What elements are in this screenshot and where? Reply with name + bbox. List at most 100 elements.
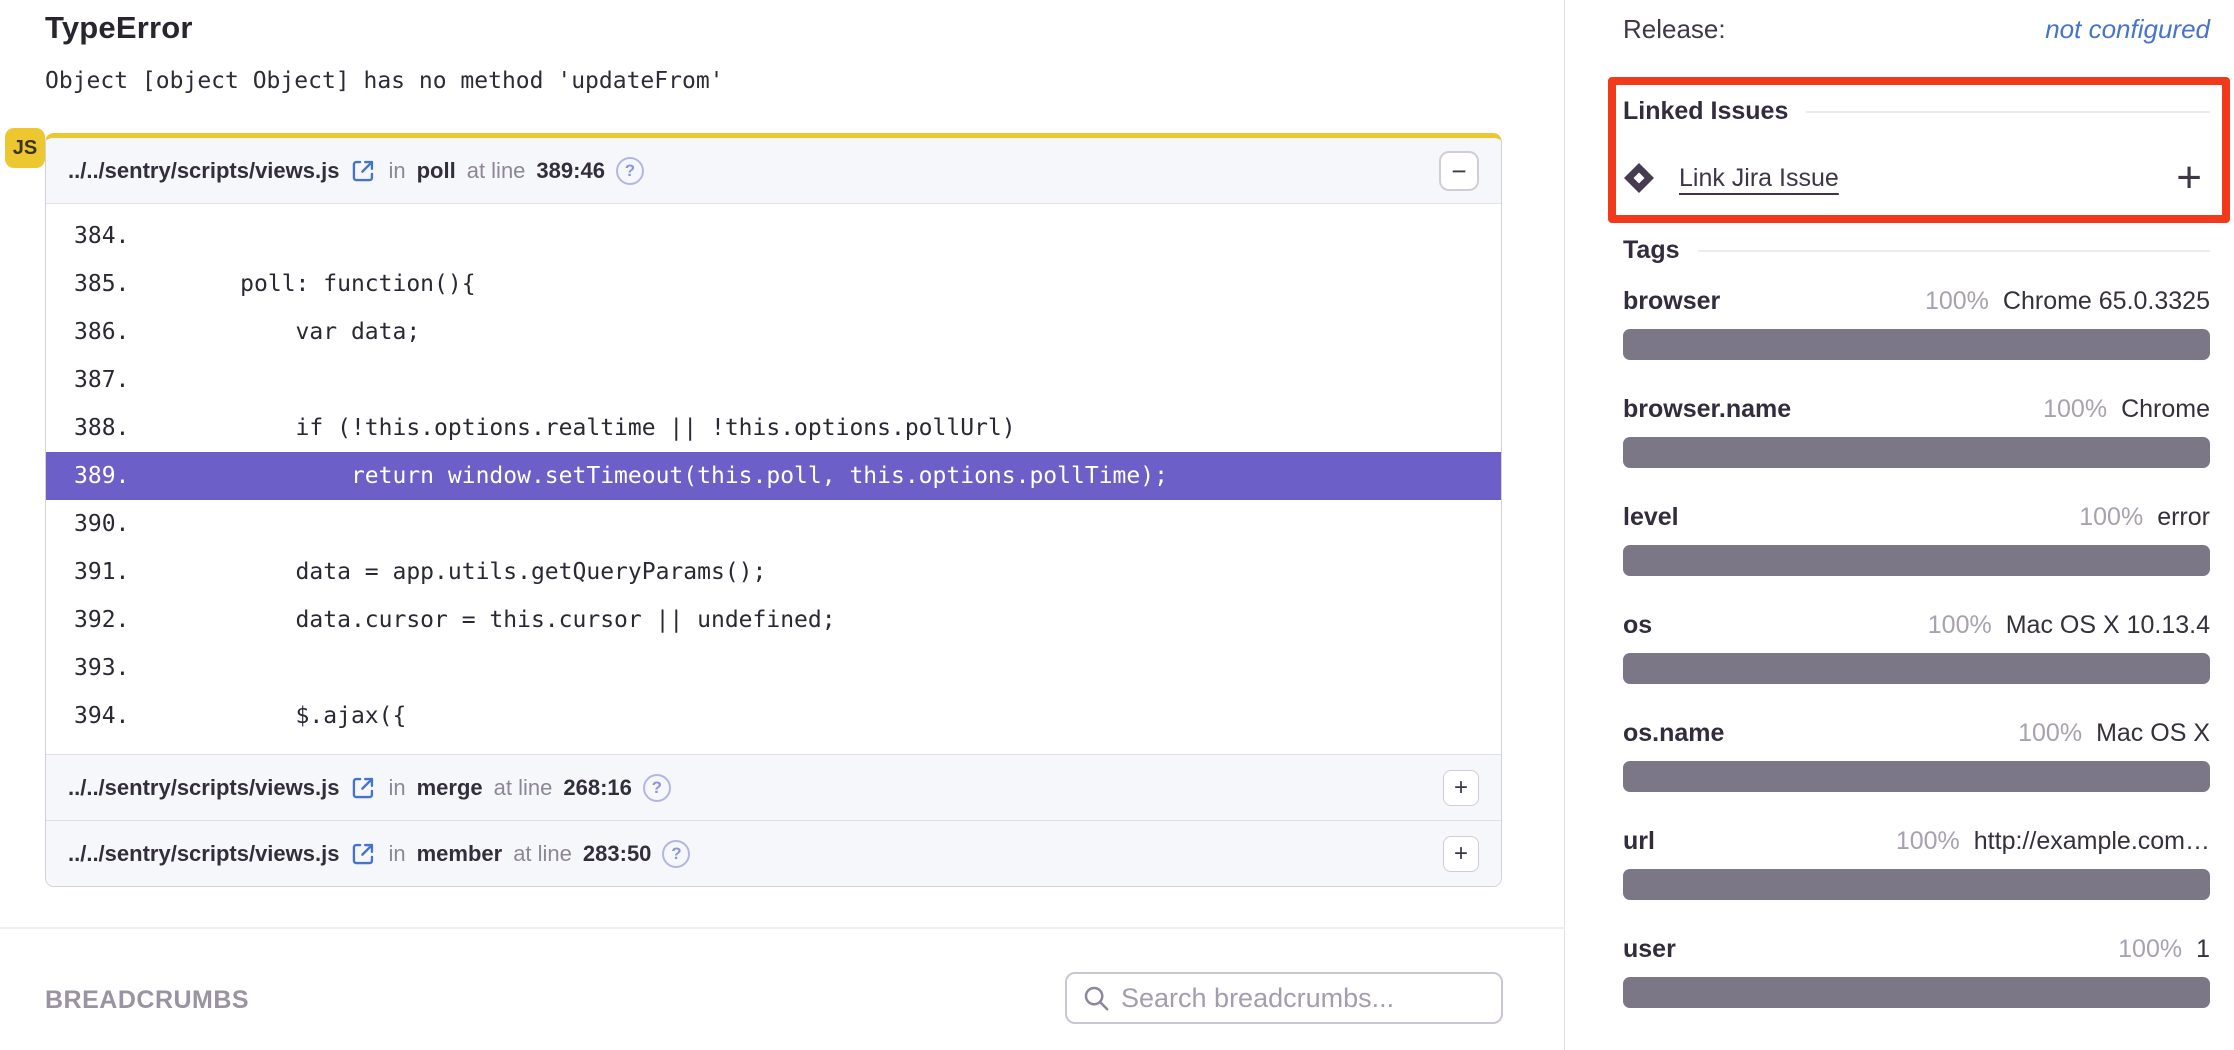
line-number: 388. [74, 404, 129, 452]
tag-rows: browser 100% Chrome 65.0.3325 browser.na… [1623, 285, 2210, 1008]
frame-file-path: ../../sentry/scripts/views.js [68, 775, 339, 801]
tag-value: Chrome [2121, 393, 2210, 425]
stacktrace-panel: ../../sentry/scripts/views.js in poll at… [45, 133, 1502, 887]
release-label: Release: [1623, 14, 1726, 45]
frame-line-number: 389:46 [536, 158, 605, 184]
tag-key[interactable]: url [1623, 825, 1655, 857]
line-number: 387. [74, 356, 129, 404]
code-line: 392. data.cursor = this.cursor || undefi… [46, 596, 1501, 644]
link-jira-issue-row: Link Jira Issue + [1623, 156, 2210, 200]
tag-distribution-bar[interactable] [1623, 761, 2210, 792]
tag-row: user 100% 1 [1623, 933, 2210, 1008]
release-not-configured-link[interactable]: not configured [2045, 14, 2210, 45]
breadcrumbs-search-input[interactable] [1121, 983, 1487, 1014]
tag-distribution-bar[interactable] [1623, 977, 2210, 1008]
frame-in-label: in [388, 775, 405, 801]
tag-percent: 100% [1928, 609, 1992, 641]
tags-title: Tags [1623, 236, 1680, 265]
external-link-icon[interactable] [350, 840, 377, 867]
breadcrumbs-section-title: BREADCRUMBS [45, 986, 249, 1015]
tag-distribution-bar[interactable] [1623, 545, 2210, 576]
external-link-icon[interactable] [350, 157, 377, 184]
tag-key[interactable]: os [1623, 609, 1652, 641]
frame-in-label: in [388, 841, 405, 867]
tag-key[interactable]: browser [1623, 285, 1720, 317]
linked-issues-heading: Linked Issues [1623, 97, 2210, 126]
line-number: 393. [74, 644, 129, 692]
collapsed-frame-row: ../../sentry/scripts/views.js in member … [46, 820, 1501, 886]
heading-rule [1806, 111, 2210, 113]
tag-percent: 100% [2118, 933, 2182, 965]
line-number: 389. [74, 452, 129, 500]
tag-right: 100% http://example.com… [1896, 825, 2210, 857]
line-number: 392. [74, 596, 129, 644]
help-icon[interactable]: ? [643, 774, 671, 802]
tag-distribution-bar[interactable] [1623, 437, 2210, 468]
code-line: 385. poll: function(){ [46, 260, 1501, 308]
exception-type-title: TypeError [45, 10, 193, 46]
tag-row: level 100% error [1623, 501, 2210, 576]
tag-distribution-bar[interactable] [1623, 653, 2210, 684]
line-code: var data; [129, 308, 420, 356]
release-row: Release: not configured [1623, 14, 2210, 45]
collapse-frame-button[interactable]: − [1439, 151, 1479, 191]
tag-right: 100% error [2079, 501, 2210, 533]
tag-right: 100% Chrome [2043, 393, 2210, 425]
tag-value: error [2157, 501, 2210, 533]
code-line: 393. [46, 644, 1501, 692]
line-code: data = app.utils.getQueryParams(); [129, 548, 766, 596]
tag-value: 1 [2196, 933, 2210, 965]
tag-key[interactable]: browser.name [1623, 393, 1791, 425]
tag-percent: 100% [2018, 717, 2082, 749]
line-number: 394. [74, 692, 129, 740]
line-number: 386. [74, 308, 129, 356]
tag-row: os.name 100% Mac OS X [1623, 717, 2210, 792]
frame-line-number: 283:50 [583, 841, 652, 867]
tag-head: browser.name 100% Chrome [1623, 393, 2210, 425]
add-linked-issue-button[interactable]: + [2176, 156, 2202, 200]
tag-row: browser 100% Chrome 65.0.3325 [1623, 285, 2210, 360]
line-code: $.ajax({ [129, 692, 406, 740]
external-link-icon[interactable] [350, 774, 377, 801]
search-icon [1081, 983, 1111, 1013]
event-sidebar: Release: not configured Linked Issues Li… [1566, 0, 2234, 1050]
frame-line-number: 268:16 [563, 775, 632, 801]
tag-right: 100% Mac OS X [2018, 717, 2210, 749]
tag-key[interactable]: level [1623, 501, 1679, 533]
section-divider [0, 927, 1565, 929]
breadcrumbs-search-box[interactable] [1065, 972, 1503, 1024]
tag-value: http://example.com… [1974, 825, 2210, 857]
tag-key[interactable]: user [1623, 933, 1676, 965]
frame-at-line-label: at line [494, 775, 553, 801]
frame-file-path: ../../sentry/scripts/views.js [68, 158, 339, 184]
frame-function-name: merge [417, 775, 483, 801]
tag-right: 100% 1 [2118, 933, 2210, 965]
tags-section: Tags browser 100% Chrome 65.0.3325 brows… [1623, 236, 2210, 1008]
tag-percent: 100% [1925, 285, 1989, 317]
tag-key[interactable]: os.name [1623, 717, 1724, 749]
line-code: if (!this.options.realtime || !this.opti… [129, 404, 1015, 452]
code-line: 387. [46, 356, 1501, 404]
tag-head: os.name 100% Mac OS X [1623, 717, 2210, 749]
collapsed-frame-row: ../../sentry/scripts/views.js in merge a… [46, 754, 1501, 820]
tag-row: url 100% http://example.com… [1623, 825, 2210, 900]
help-icon[interactable]: ? [616, 157, 644, 185]
frame-at-line-label: at line [467, 158, 526, 184]
expand-frame-button[interactable]: + [1443, 836, 1479, 872]
code-line: 388. if (!this.options.realtime || !this… [46, 404, 1501, 452]
help-icon[interactable]: ? [662, 840, 690, 868]
frame-at-line-label: at line [513, 841, 572, 867]
expand-frame-button[interactable]: + [1443, 770, 1479, 806]
code-line: 390. [46, 500, 1501, 548]
tag-value: Chrome 65.0.3325 [2003, 285, 2210, 317]
heading-rule [1698, 250, 2211, 252]
tag-distribution-bar[interactable] [1623, 329, 2210, 360]
code-line: 386. var data; [46, 308, 1501, 356]
tag-head: url 100% http://example.com… [1623, 825, 2210, 857]
line-code: return window.setTimeout(this.poll, this… [129, 452, 1168, 500]
linked-issues-section: Linked Issues Link Jira Issue + [1623, 97, 2210, 200]
exception-message: Object [object Object] has no method 'up… [45, 68, 724, 94]
tag-percent: 100% [1896, 825, 1960, 857]
tag-distribution-bar[interactable] [1623, 869, 2210, 900]
link-jira-issue-link[interactable]: Link Jira Issue [1679, 164, 1839, 193]
